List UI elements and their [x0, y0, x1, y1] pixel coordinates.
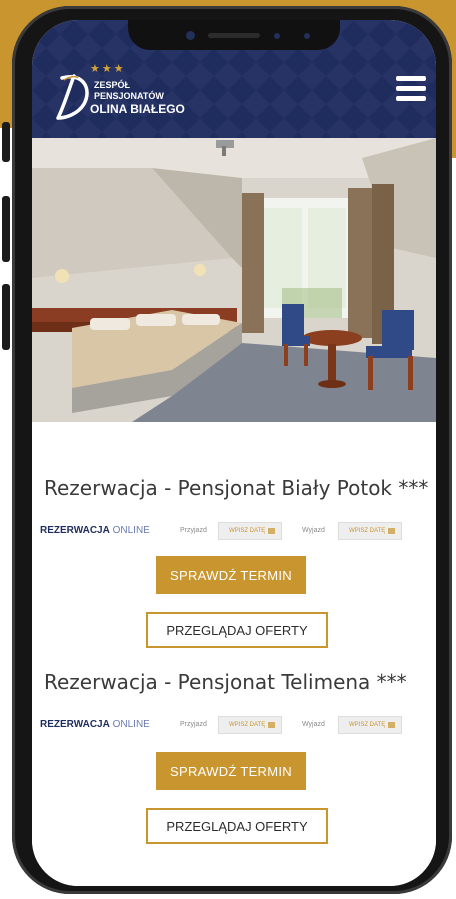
d-letter-logo-icon [56, 74, 89, 120]
sensor-icon [274, 33, 280, 39]
hamburger-menu-icon[interactable] [396, 76, 426, 102]
departure-date-input[interactable]: WPISZ DATĘ [338, 522, 402, 540]
phone-volume-up [2, 196, 10, 262]
logo-line-3: OLINA BIAŁEGO [90, 102, 185, 116]
check-availability-button[interactable]: SPRAWDŹ TERMIN [156, 556, 306, 594]
reservation-title: Rezerwacja - Pensjonat Telimena *** [44, 670, 407, 694]
arrival-label: Przyjazd [180, 721, 207, 728]
departure-date-input[interactable]: WPISZ DATĘ [338, 716, 402, 734]
calendar-icon [388, 722, 395, 728]
reservation-widget: REZERWACJA ONLINE Przyjazd WPISZ DATĘ Wy… [40, 714, 424, 736]
arrival-date-input[interactable]: WPISZ DATĘ [218, 716, 282, 734]
reservation-brand: REZERWACJA ONLINE [40, 719, 150, 730]
reservation-widget: REZERWACJA ONLINE Przyjazd WPISZ DATĘ Wy… [40, 520, 424, 542]
calendar-icon [388, 528, 395, 534]
browse-offers-button[interactable]: PRZEGLĄDAJ OFERTY [146, 808, 328, 844]
logo-stars: ★★★ [90, 62, 126, 75]
hotel-room-illustration [32, 138, 436, 422]
reservation-brand: REZERWACJA ONLINE [40, 525, 150, 536]
check-availability-button[interactable]: SPRAWDŹ TERMIN [156, 752, 306, 790]
phone-volume-down [2, 284, 10, 350]
sensor-icon [304, 33, 310, 39]
logo-line-1: ZESPÓŁ [94, 80, 131, 90]
departure-label: Wyjazd [302, 721, 325, 728]
arrival-date-input[interactable]: WPISZ DATĘ [218, 522, 282, 540]
phone-side-button [2, 122, 10, 162]
reservation-title: Rezerwacja - Pensjonat Biały Potok *** [44, 476, 429, 500]
site-header: ★★★ ZESPÓŁ PENSJONATÓW OLINA BIAŁEGO [32, 20, 436, 138]
hero-room-photo [32, 138, 436, 422]
arrival-label: Przyjazd [180, 527, 207, 534]
calendar-icon [268, 722, 275, 728]
phone-screen: ★★★ ZESPÓŁ PENSJONATÓW OLINA BIAŁEGO Rez… [32, 20, 436, 886]
reservation-section: Rezerwacja - Pensjonat Biały Potok *** R… [32, 422, 436, 886]
speaker-grille [208, 33, 260, 38]
phone-notch [128, 20, 340, 50]
site-logo[interactable]: ★★★ ZESPÓŁ PENSJONATÓW OLINA BIAŁEGO [54, 62, 224, 126]
calendar-icon [268, 528, 275, 534]
departure-label: Wyjazd [302, 527, 325, 534]
logo-line-2: PENSJONATÓW [94, 91, 164, 101]
front-camera-icon [186, 31, 195, 40]
browse-offers-button[interactable]: PRZEGLĄDAJ OFERTY [146, 612, 328, 648]
